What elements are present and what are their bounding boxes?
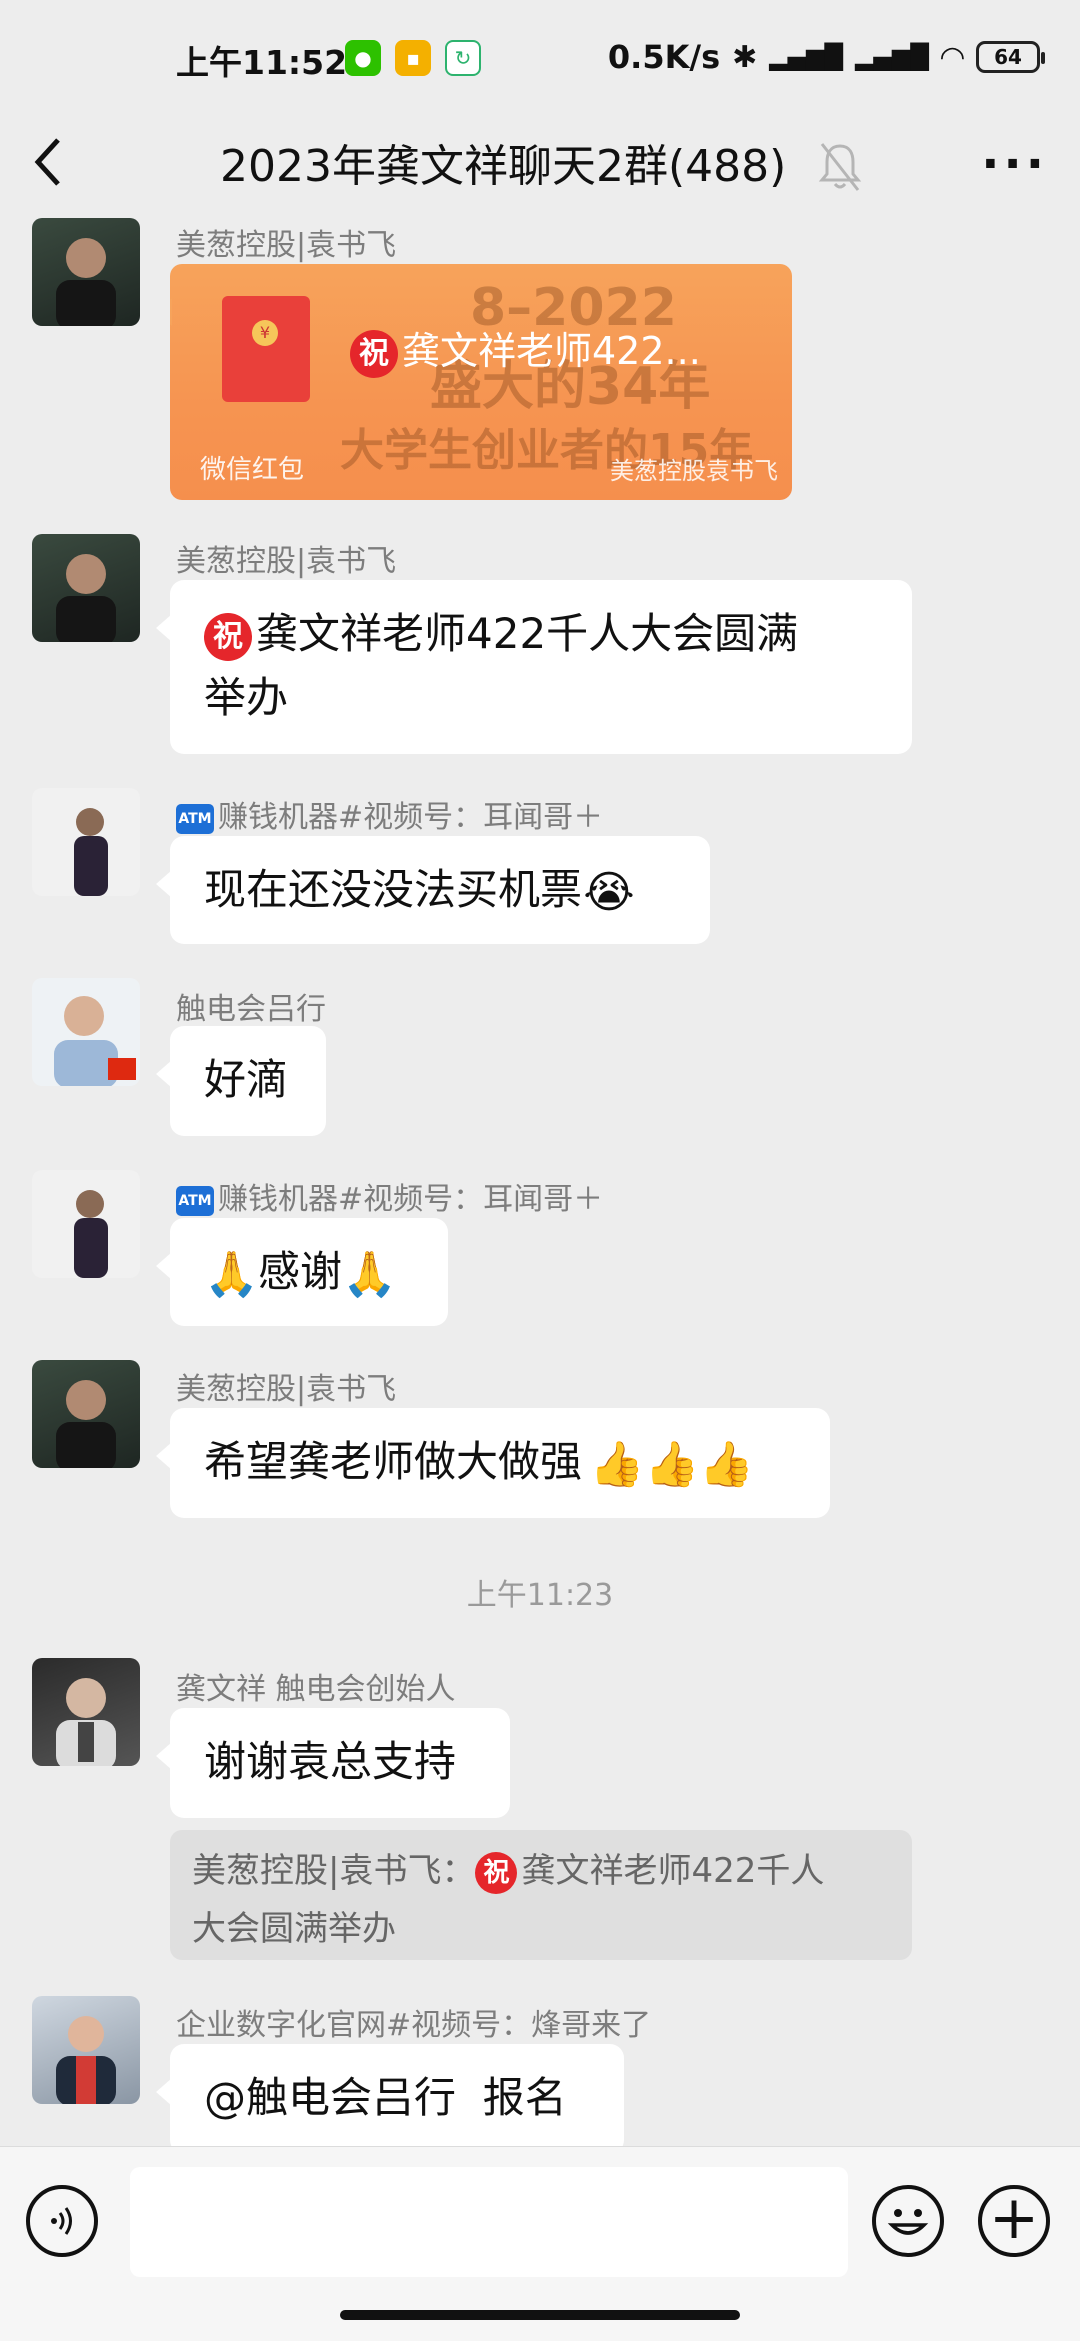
red-packet-footer: 美葱控股袁书飞 [610,457,778,485]
message-bubble[interactable]: 谢谢袁总支持 [156,1708,510,1818]
back-arrow-icon[interactable] [28,132,88,202]
message-bubble[interactable]: 现在还没没法买机票😭 [156,836,710,944]
red-envelope-icon [222,296,310,402]
message-text: 好滴 [204,1055,289,1104]
sender-name: 美葱控股|袁书飞 [176,1372,397,1407]
avatar[interactable] [32,218,140,326]
message-text-line: 龚文祥老师422千人大会圆满 [256,609,799,658]
wechat-icon: ● [345,40,381,76]
avatar[interactable] [32,788,140,896]
status-app-icons: ● ▪ ↻ [345,40,481,76]
mute-bell-icon [818,140,862,194]
voice-icon[interactable] [26,2185,98,2257]
sync-icon: ↻ [445,40,481,76]
hd-signal-icon: ▂▄▆█ [769,43,844,71]
sender-name-text: 赚钱机器#视频号：耳闻哥＋ [218,1182,604,1217]
atm-badge-icon: ATM [176,803,214,834]
crying-emoji-icon: 😭 [583,866,635,918]
message-text: @触电会吕行 报名 [204,2073,567,2122]
avatar[interactable] [32,978,140,1086]
hd-signal-icon: ▂▄▆█ [855,43,929,71]
status-bar: 上午11:52 ● ▪ ↻ 0.5K/s ✱ ▂▄▆█ ▂▄▆█ ◠ 64 [0,0,1080,118]
pray-emoji-icon: 🙏 [342,1248,397,1300]
chat-header: 2023年龚文祥聊天2群(488) ··· [0,118,1080,218]
status-right: 0.5K/s ✱ ▂▄▆█ ▂▄▆█ ◠ 64 [607,38,1045,76]
blessing-badge-icon: 祝 [204,612,252,661]
message-bubble[interactable]: 希望龚老师做大做强 👍👍👍 [156,1408,830,1518]
sender-name: 美葱控股|袁书飞 [176,544,397,579]
notes-icon: ▪ [395,40,431,76]
sender-name: 龚文祥 触电会创始人 [176,1672,456,1707]
message-bubble[interactable]: @触电会吕行 报名 [156,2044,624,2154]
home-indicator[interactable] [340,2310,740,2320]
red-packet-label: 微信红包 [200,455,305,485]
blessing-badge-icon: 祝 [350,329,398,378]
timestamp: 上午11:23 [466,1578,614,1613]
quote-text: 龚文祥老师422千人 [521,1851,825,1891]
message-text: 希望龚老师做大做强 [204,1437,583,1486]
status-time: 上午11:52 [176,43,348,82]
quote-text-line: 美葱控股|袁书飞：祝龚文祥老师422千人 [192,1842,890,1900]
battery-level: 64 [994,45,1022,69]
message-bubble[interactable]: 祝龚文祥老师422千人大会圆满 举办 [156,580,912,754]
sender-name: 企业数字化官网#视频号：烽哥来了 [176,2008,652,2043]
bluetooth-icon: ✱ [732,39,758,75]
sender-name: 触电会吕行 [176,992,326,1027]
red-packet-message[interactable]: 8–2022 盛大的34年 大学生创业者的15年 祝龚文祥老师422... 微信… [170,264,792,500]
avatar[interactable] [32,1360,140,1468]
avatar[interactable] [32,534,140,642]
chat-title: 2023年龚文祥聊天2群(488) [220,141,787,192]
message-input[interactable] [130,2167,848,2277]
red-packet-title-text: 龚文祥老师422... [402,329,701,373]
message-text-line: 举办 [204,673,289,722]
message-bubble[interactable]: 好滴 [156,1026,326,1136]
sender-name: ATM 赚钱机器#视频号：耳闻哥＋ [176,1174,603,1218]
message-text: 祝龚文祥老师422千人大会圆满 [204,602,878,666]
emoji-icon[interactable] [872,2185,944,2257]
message-text: 现在还没没法买机票 [204,865,583,914]
more-options-button[interactable]: ··· [981,136,1048,192]
atm-badge-icon: ATM [176,1185,214,1216]
plus-button[interactable]: + [978,2185,1050,2257]
thumbs-up-emoji-icon: 👍👍👍 [589,1438,755,1490]
net-speed: 0.5K/s [607,38,721,76]
battery-icon: 64 [976,41,1045,73]
red-packet-title: 祝龚文祥老师422... [350,320,701,378]
message-text: 谢谢袁总支持 [204,1737,457,1786]
sender-name: ATM 赚钱机器#视频号：耳闻哥＋ [176,792,603,836]
blessing-badge-icon: 祝 [475,1851,518,1894]
quoted-message[interactable]: 美葱控股|袁书飞：祝龚文祥老师422千人 大会圆满举办 [170,1830,912,1960]
quote-text-line: 大会圆满举办 [192,1909,396,1949]
avatar[interactable] [32,1170,140,1278]
quote-sender: 美葱控股|袁书飞： [192,1851,476,1891]
pray-emoji-icon: 🙏 [204,1248,259,1300]
wifi-icon: ◠ [940,39,964,75]
message-text: 感谢 [258,1247,343,1296]
message-bubble[interactable]: 🙏感谢🙏 [156,1218,448,1326]
avatar[interactable] [32,1658,140,1766]
sender-name: 美葱控股|袁书飞 [176,228,397,263]
sender-name-text: 赚钱机器#视频号：耳闻哥＋ [218,800,604,835]
avatar[interactable] [32,1996,140,2104]
